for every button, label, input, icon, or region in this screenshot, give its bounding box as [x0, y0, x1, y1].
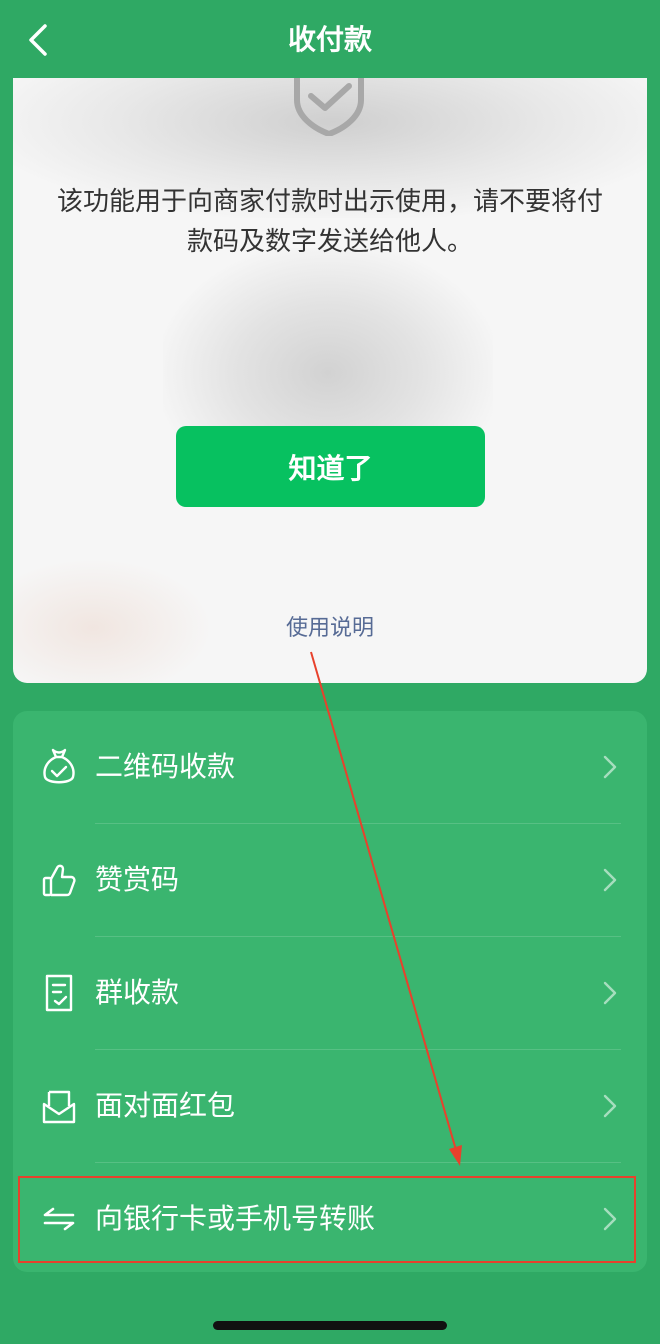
menu-item-appreciation-code[interactable]: 赞赏码 [13, 824, 647, 936]
menu-item-group-collection[interactable]: 群收款 [13, 937, 647, 1049]
money-bag-icon [43, 748, 75, 784]
notice-card: 该功能用于向商家付款时出示使用，请不要将付款码及数字发送给他人。 知道了 使用说… [13, 78, 647, 683]
annotation-highlight-box [18, 1176, 636, 1263]
chevron-right-icon [603, 981, 617, 1005]
home-indicator [213, 1321, 447, 1330]
confirm-button[interactable]: 知道了 [176, 426, 485, 507]
shield-check-icon [294, 78, 364, 136]
menu-item-face-to-face-red-packet[interactable]: 面对面红包 [13, 1050, 647, 1162]
thumbs-up-icon [42, 864, 76, 897]
page-title: 收付款 [287, 23, 372, 56]
menu-item-label: 二维码收款 [95, 750, 236, 783]
menu-item-label: 群收款 [95, 976, 180, 1009]
notice-text: 该功能用于向商家付款时出示使用，请不要将付款码及数字发送给他人。 [56, 187, 603, 257]
chevron-right-icon [603, 755, 617, 779]
receipt-icon [45, 974, 73, 1012]
menu-item-label: 赞赏码 [95, 863, 180, 896]
chevron-right-icon [603, 1094, 617, 1118]
help-link[interactable]: 使用说明 [13, 610, 647, 642]
red-packet-icon [42, 1090, 76, 1124]
header-bar: 收付款 [0, 0, 660, 82]
menu-item-qr-receive[interactable]: 二维码收款 [13, 711, 647, 823]
menu-item-label: 面对面红包 [95, 1089, 236, 1122]
chevron-right-icon [603, 868, 617, 892]
